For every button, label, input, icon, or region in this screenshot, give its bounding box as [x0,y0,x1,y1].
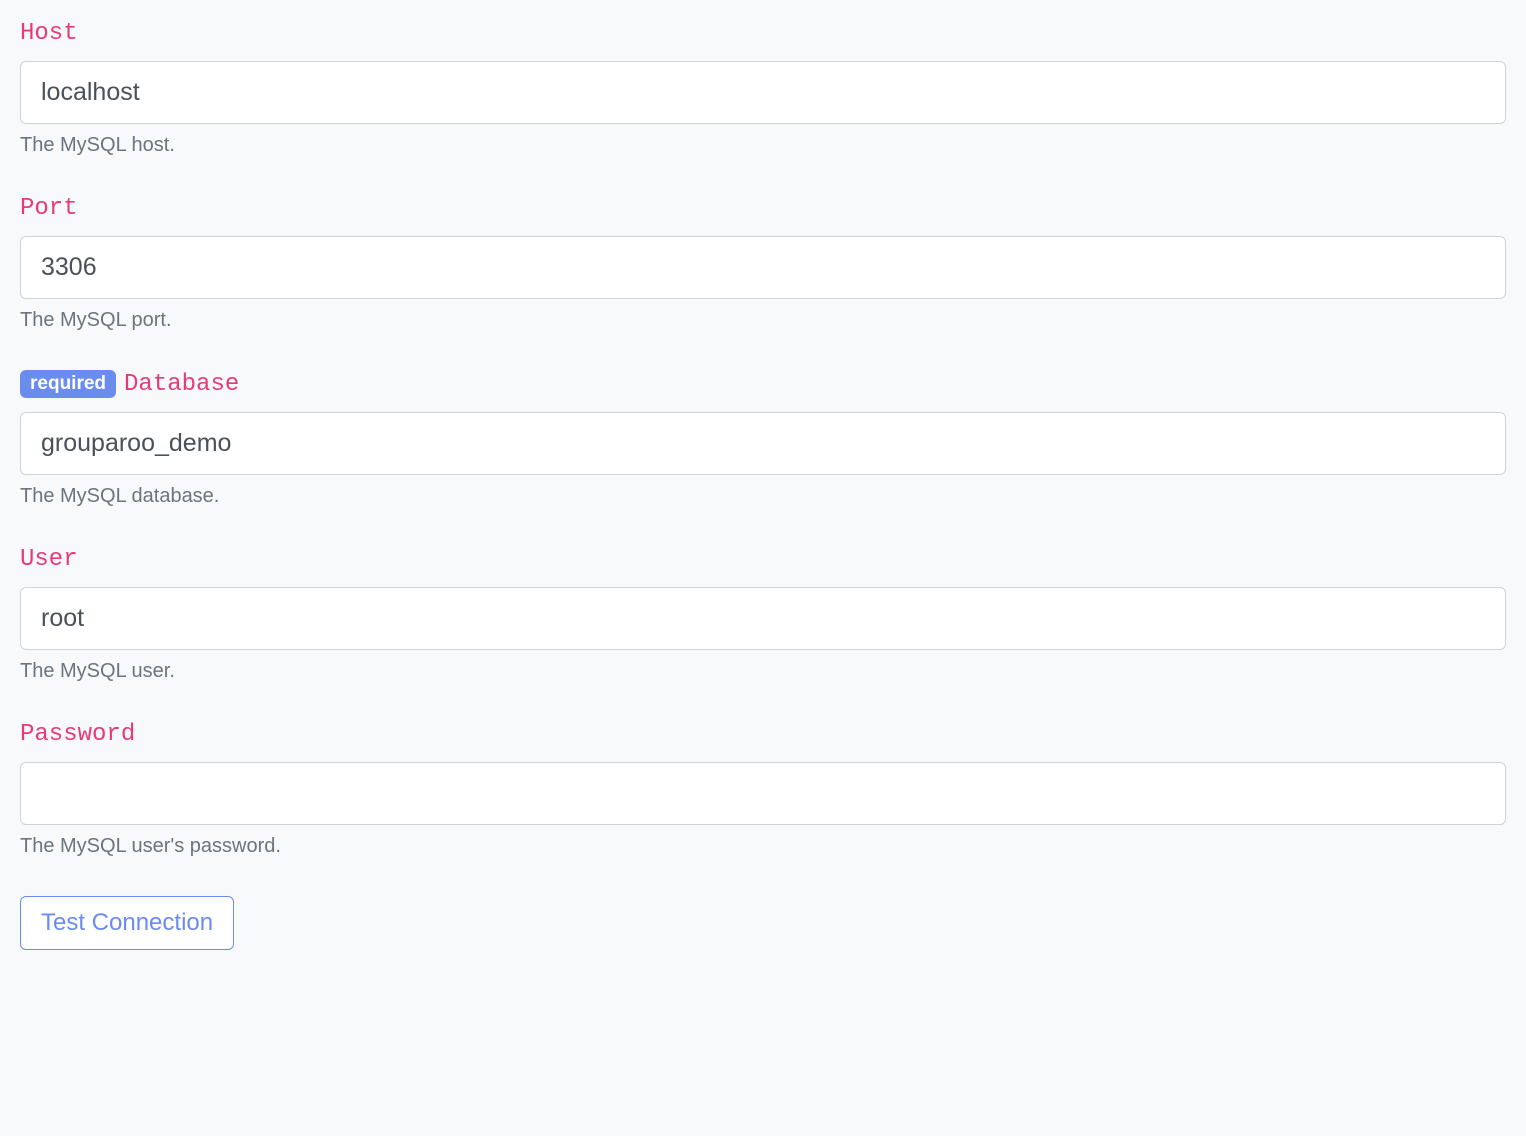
host-label-row: Host [20,20,1506,47]
database-help: The MySQL database. [20,485,1506,508]
user-label: User [20,546,78,573]
user-group: User The MySQL user. [20,546,1506,683]
user-help: The MySQL user. [20,660,1506,683]
user-input[interactable] [20,587,1506,650]
port-label: Port [20,195,78,222]
host-group: Host The MySQL host. [20,20,1506,157]
required-badge: required [20,370,116,398]
database-input[interactable] [20,412,1506,475]
host-help: The MySQL host. [20,134,1506,157]
port-label-row: Port [20,195,1506,222]
password-group: Password The MySQL user's password. [20,721,1506,858]
test-connection-button[interactable]: Test Connection [20,896,234,950]
database-label-row: required Database [20,370,1506,398]
user-label-row: User [20,546,1506,573]
database-label: Database [124,371,239,398]
connection-form: Host The MySQL host. Port The MySQL port… [20,20,1506,950]
password-input[interactable] [20,762,1506,825]
port-group: Port The MySQL port. [20,195,1506,332]
port-help: The MySQL port. [20,309,1506,332]
host-label: Host [20,20,78,47]
password-label: Password [20,721,135,748]
database-group: required Database The MySQL database. [20,370,1506,508]
password-help: The MySQL user's password. [20,835,1506,858]
port-input[interactable] [20,236,1506,299]
password-label-row: Password [20,721,1506,748]
host-input[interactable] [20,61,1506,124]
